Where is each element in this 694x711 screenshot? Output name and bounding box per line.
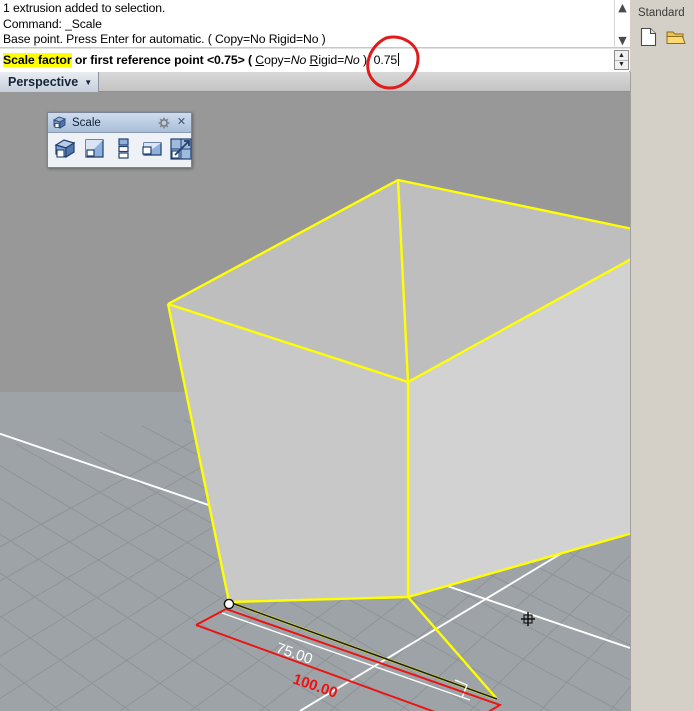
perspective-viewport[interactable]: 75.00 100.00 111.064 mm (0, 92, 630, 711)
command-area: 1 extrusion added to selection. Command:… (0, 0, 630, 72)
tab-perspective[interactable]: Perspective ▼ (0, 72, 100, 92)
base-point-marker-icon (223, 598, 235, 610)
top-bar: 1 extrusion added to selection. Command:… (0, 0, 694, 72)
scale-3d-button[interactable] (53, 137, 77, 161)
new-document-icon (640, 27, 657, 47)
prompt-copy-key[interactable]: C (255, 53, 264, 67)
close-icon[interactable]: ✕ (175, 116, 188, 129)
prompt-rigid-key[interactable]: R (310, 53, 319, 67)
prompt-copy-value[interactable]: No (291, 53, 307, 67)
command-history-line-2: Command: _Scale (3, 16, 102, 31)
scale-1d-button[interactable] (111, 137, 135, 161)
standard-toolbar: Standard (630, 0, 694, 72)
standard-toolbar-buttons (630, 19, 694, 52)
scale-palette-tools (48, 133, 193, 161)
command-history[interactable]: 1 extrusion added to selection. Command:… (0, 0, 630, 48)
viewport-tab-label: Perspective (8, 75, 79, 89)
right-panel-filler (630, 72, 694, 711)
command-history-scrollbar[interactable]: ▲ ▼ (614, 0, 630, 47)
prompt-rest: or first reference point <0.75> ( (71, 53, 256, 67)
prompt-bold-label: Scale factor (3, 53, 72, 67)
prompt-rigid-value[interactable]: No (344, 53, 360, 67)
scale-2d-button[interactable] (82, 137, 106, 161)
scale-3d-icon (54, 139, 76, 159)
spinner-down-icon[interactable]: ▼ (615, 61, 628, 70)
command-prompt-text: Scale factor or first reference point <0… (0, 53, 400, 67)
scale-nonuniform-button[interactable] (140, 137, 164, 161)
prompt-rigid-rest: igid= (318, 53, 345, 67)
spinner-up-icon[interactable]: ▲ (615, 51, 628, 61)
command-prompt-row[interactable]: Scale factor or first reference point <0… (0, 48, 630, 71)
scale-palette[interactable]: Scale ✕ (47, 112, 192, 168)
scale-2d-icon (85, 139, 104, 158)
standard-toolbar-title: Standard (638, 7, 685, 19)
open-file-button[interactable] (666, 27, 686, 52)
chevron-up-icon[interactable]: ▲ (618, 2, 626, 13)
chevron-down-icon[interactable]: ▼ (84, 78, 92, 87)
command-history-line-3: Base point. Press Enter for automatic. (… (3, 32, 326, 47)
command-history-line-1: 1 extrusion added to selection. (3, 1, 166, 15)
scale-palette-title: Scale (72, 116, 101, 129)
scale-1d-icon (118, 138, 129, 159)
scale-nonuniform-icon (142, 142, 162, 156)
scale-by-plane-icon (170, 138, 192, 160)
hand-drawn-highlight-circle (366, 35, 420, 90)
open-folder-icon (666, 31, 686, 44)
scale-cube-icon (52, 116, 67, 129)
prompt-copy-rest: opy= (264, 53, 291, 67)
new-file-button[interactable] (640, 27, 658, 52)
chevron-down-icon[interactable]: ▼ (618, 35, 626, 46)
viewport-tab-bar: Perspective ▼ (0, 72, 630, 92)
scale-palette-titlebar[interactable]: Scale ✕ (48, 113, 191, 133)
command-spinner[interactable]: ▲ ▼ (614, 50, 629, 70)
scale-by-plane-button[interactable] (169, 137, 193, 161)
gear-icon[interactable] (157, 116, 170, 129)
viewport-scene: 75.00 100.00 111.064 mm (0, 92, 630, 711)
